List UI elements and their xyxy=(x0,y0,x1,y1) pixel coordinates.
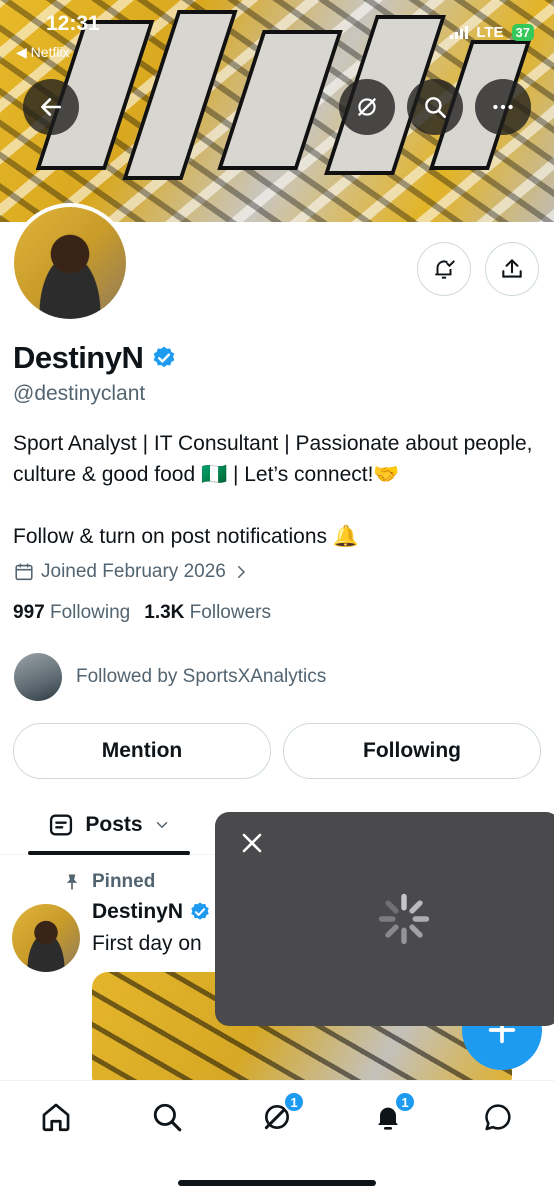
pin-icon xyxy=(67,874,77,890)
pip-close-button[interactable] xyxy=(237,828,267,858)
share-icon xyxy=(502,259,522,278)
post-text: First day on xyxy=(92,932,202,955)
notifications-badge: 1 xyxy=(394,1091,416,1113)
follower-avatar xyxy=(14,653,62,701)
close-icon xyxy=(242,833,262,853)
pinned-text: Pinned xyxy=(92,871,156,892)
followers-label: Followers xyxy=(189,602,271,623)
back-app-label: Netflix xyxy=(30,44,70,60)
profile-handle: @destinyclant xyxy=(13,382,146,405)
following-label: Following xyxy=(49,602,131,623)
nav-search[interactable] xyxy=(147,1097,187,1137)
post-author-name: DestinyN xyxy=(92,900,184,923)
joined-date[interactable]: Joined February 2026 xyxy=(13,561,250,583)
calendar-icon xyxy=(15,563,33,581)
tab-posts[interactable]: Posts xyxy=(28,795,190,855)
home-indicator xyxy=(178,1180,376,1186)
notifications-toggle-button[interactable] xyxy=(417,242,471,296)
mention-button[interactable]: Mention xyxy=(13,723,271,779)
profile-avatar[interactable] xyxy=(10,203,130,323)
followers-count-link[interactable]: 1.3K Followers xyxy=(144,602,271,624)
loading-spinner-icon xyxy=(378,893,430,945)
message-icon xyxy=(485,1104,511,1131)
following-button[interactable]: Following xyxy=(283,723,541,779)
pinned-label: Pinned xyxy=(62,871,155,893)
search-icon xyxy=(425,97,447,119)
chevron-right-icon xyxy=(237,566,245,578)
grok-button[interactable] xyxy=(339,79,395,135)
verified-badge-icon[interactable] xyxy=(151,345,177,371)
joined-label: Joined February 2026 xyxy=(41,561,226,582)
bio-line: Follow & turn on post notifications 🔔 xyxy=(13,525,359,548)
status-time: 12:31 xyxy=(46,12,100,35)
post-author-avatar[interactable] xyxy=(12,904,80,972)
network-label: LTE xyxy=(476,24,504,41)
followers-count: 1.3K xyxy=(144,602,185,623)
following-count: 997 xyxy=(13,602,45,623)
back-button[interactable] xyxy=(23,79,79,135)
chevron-down-icon xyxy=(156,822,167,829)
more-button[interactable] xyxy=(475,79,531,135)
grok-badge: 1 xyxy=(283,1091,305,1113)
nav-home[interactable] xyxy=(36,1097,76,1137)
posts-icon xyxy=(50,814,73,836)
following-count-link[interactable]: 997 Following xyxy=(13,602,130,624)
picture-in-picture-player[interactable] xyxy=(215,812,554,1026)
avatar-image xyxy=(14,207,126,319)
more-icon xyxy=(493,104,513,110)
search-icon xyxy=(153,1103,182,1132)
status-indicators: LTE 37 xyxy=(450,24,534,41)
back-to-app[interactable]: ◀ Netflix xyxy=(16,44,70,61)
bio-line: Sport Analyst | IT Consultant | Passiona… xyxy=(13,432,533,486)
follow-counts: 997 Following 1.3K Followers xyxy=(13,602,271,624)
nav-notifications[interactable]: 1 xyxy=(368,1091,416,1137)
profile-bio: Sport Analyst | IT Consultant | Passiona… xyxy=(13,428,543,552)
followed-by-label: Followed by SportsXAnalytics xyxy=(76,666,327,687)
tab-posts-label: Posts xyxy=(85,813,143,836)
grok-icon xyxy=(358,98,376,116)
name-row: DestinyN xyxy=(13,340,177,376)
verified-badge-icon xyxy=(191,902,209,920)
nav-grok[interactable]: 1 xyxy=(257,1091,305,1137)
display-name: DestinyN xyxy=(13,340,144,375)
post-author[interactable]: DestinyN xyxy=(92,900,211,924)
signal-icon xyxy=(450,26,469,39)
active-tab-indicator xyxy=(28,851,190,855)
nav-messages[interactable] xyxy=(478,1097,518,1137)
share-button[interactable] xyxy=(485,242,539,296)
battery-icon: 37 xyxy=(511,24,534,41)
followed-by[interactable]: Followed by SportsXAnalytics xyxy=(14,653,326,701)
home-icon xyxy=(42,1103,70,1132)
arrow-left-icon xyxy=(41,98,61,116)
search-button[interactable] xyxy=(407,79,463,135)
status-bar: 12:31 ◀ Netflix LTE 37 xyxy=(0,0,554,64)
bell-check-icon xyxy=(435,260,455,279)
